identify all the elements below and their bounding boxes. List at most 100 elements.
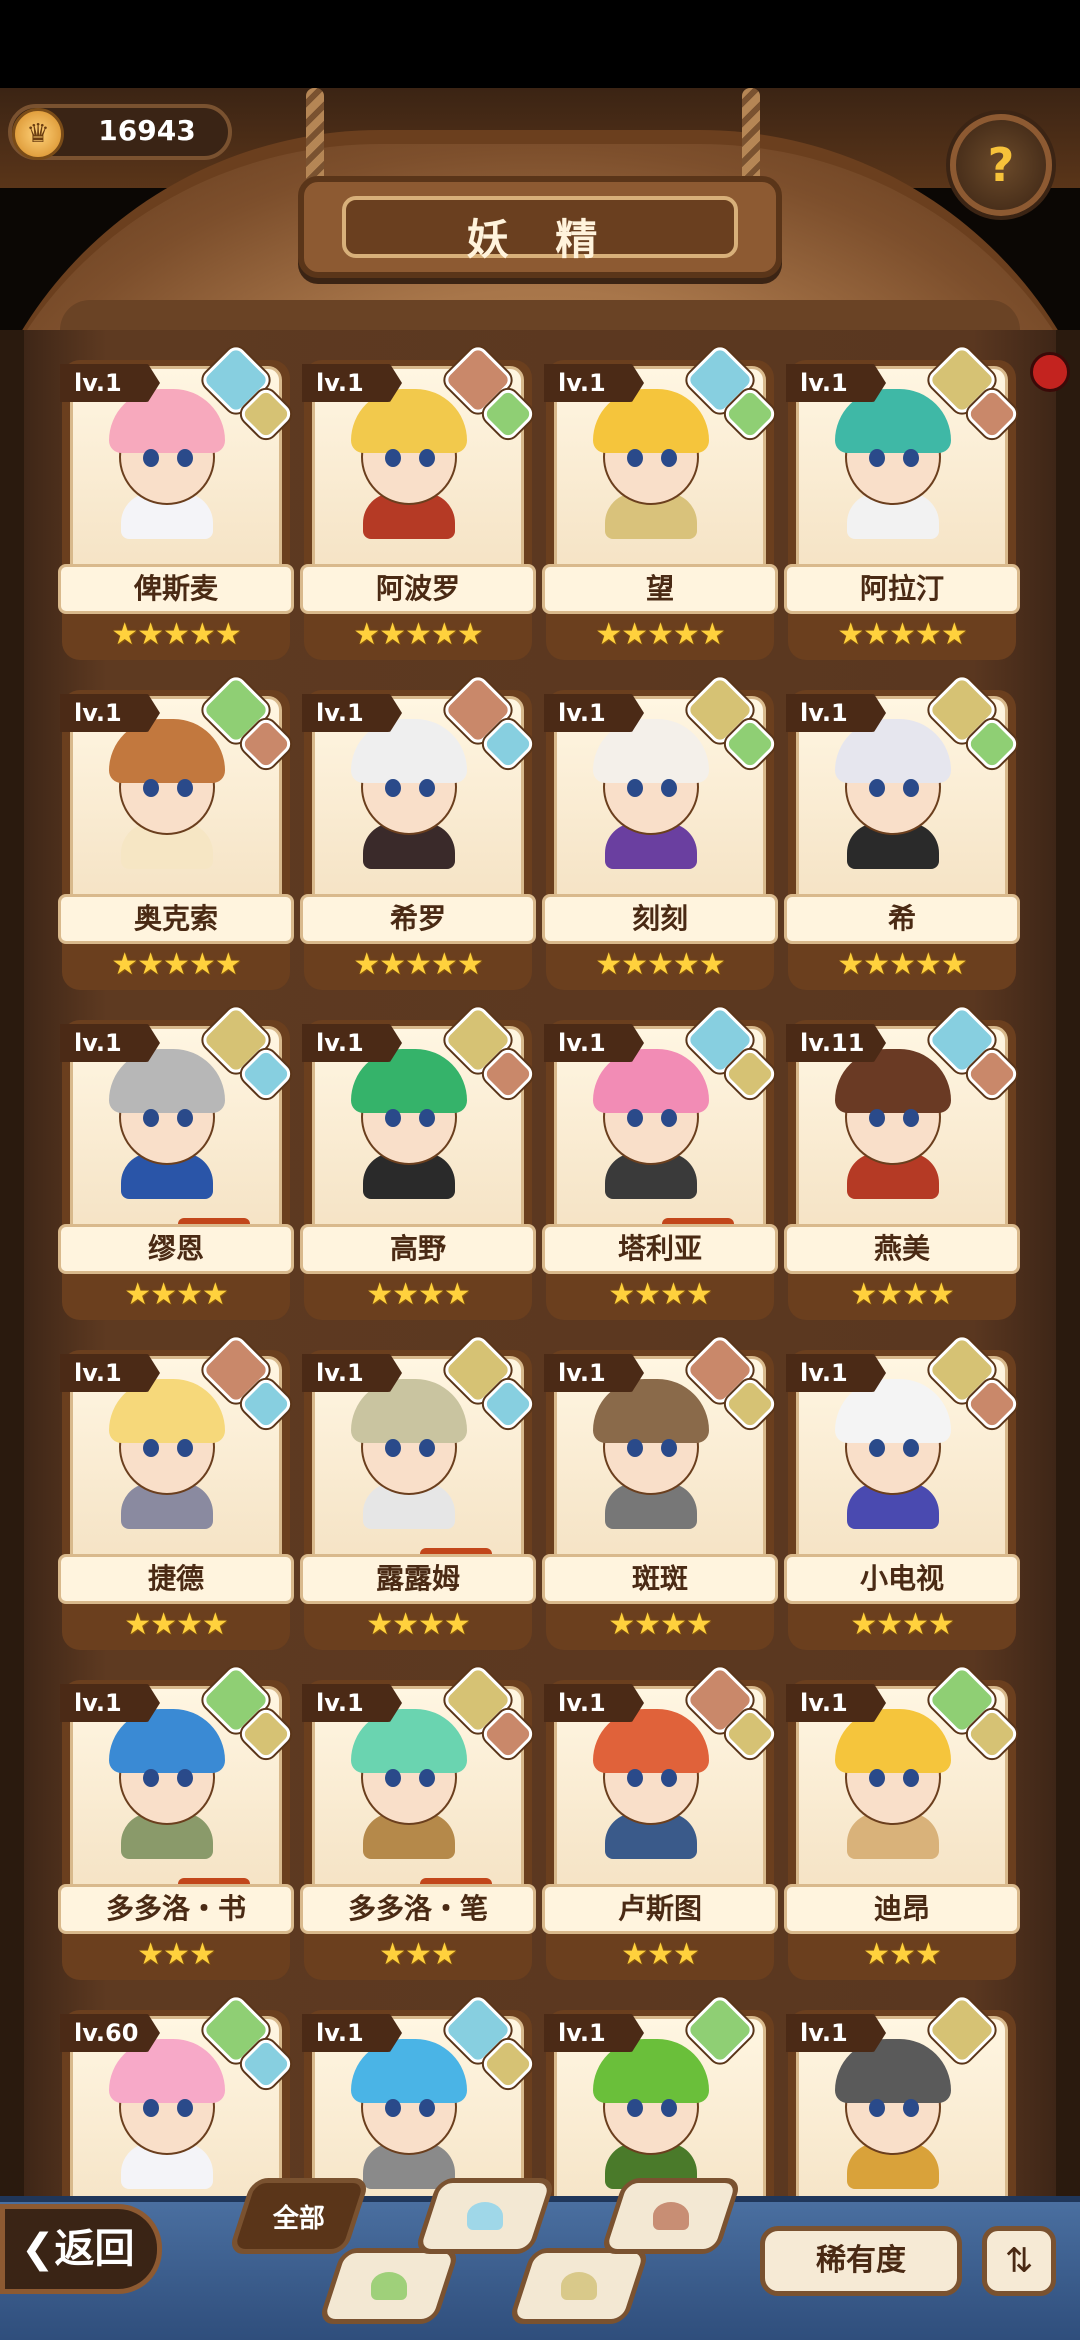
fairy-card[interactable]: lv.1 希 ★★★★★ bbox=[784, 673, 1021, 990]
back-button[interactable]: ❮返回 bbox=[0, 2204, 162, 2294]
fairy-name: 缪恩 bbox=[58, 1224, 294, 1274]
fairy-name: 高野 bbox=[300, 1224, 536, 1274]
fairy-level: lv.1 bbox=[544, 1684, 644, 1722]
fairy-card[interactable]: lv.1 阿拉汀 ★★★★★ bbox=[784, 343, 1021, 660]
fairy-stars: ★★★★ bbox=[366, 1607, 471, 1642]
fairy-level: lv.1 bbox=[786, 694, 886, 732]
fairy-level: lv.1 bbox=[544, 1354, 644, 1392]
fairy-stars: ★★★ bbox=[863, 1937, 942, 1972]
crown-coin-icon: ♛ bbox=[12, 108, 64, 160]
fairy-card[interactable]: lv.11 燕美 ★★★★ bbox=[784, 1003, 1021, 1320]
fairy-level: lv.1 bbox=[60, 1024, 160, 1062]
fairy-card[interactable]: lv.1 刻刻 ★★★★★ bbox=[542, 673, 779, 990]
fairy-stars: ★★★★★ bbox=[111, 947, 241, 982]
fairy-level: lv.11 bbox=[786, 1024, 886, 1062]
mountain-icon bbox=[561, 2272, 597, 2300]
fairy-card[interactable]: lv.1 希罗 ★★★★★ bbox=[300, 673, 537, 990]
fairy-card[interactable]: lv.1可成长塔利亚★★★★ bbox=[542, 1003, 779, 1320]
fairy-name: 多多洛・笔 bbox=[300, 1884, 536, 1934]
fairy-stars: ★★★★★ bbox=[837, 617, 967, 652]
fairy-level: lv.1 bbox=[544, 364, 644, 402]
fairy-card[interactable]: lv.1 奥克索 ★★★★★ bbox=[58, 673, 295, 990]
fairy-name: 斑斑 bbox=[542, 1554, 778, 1604]
fairy-card[interactable]: lv.1 小电视 ★★★★ bbox=[784, 1333, 1021, 1650]
coin-counter: ♛ 16943 bbox=[8, 104, 232, 160]
fairy-level: lv.1 bbox=[544, 2014, 644, 2052]
fairy-card[interactable]: lv.1 望 ★★★★★ bbox=[542, 343, 779, 660]
fairy-level: lv.1 bbox=[60, 364, 160, 402]
volcano-icon bbox=[653, 2202, 689, 2230]
fairy-stars: ★★★★ bbox=[850, 1607, 955, 1642]
fairy-card[interactable]: lv.1 迪昂 ★★★ bbox=[784, 1663, 1021, 1980]
fairy-stars: ★★★★★ bbox=[353, 617, 483, 652]
fairy-name: 小电视 bbox=[784, 1554, 1020, 1604]
fairy-name: 希 bbox=[784, 894, 1020, 944]
sprout-question-icon: ? bbox=[987, 138, 1015, 192]
fairy-name: 迪昂 bbox=[784, 1884, 1020, 1934]
sort-order-button[interactable]: ⇅ bbox=[982, 2226, 1056, 2296]
fairy-level: lv.1 bbox=[786, 1354, 886, 1392]
fairy-card[interactable]: lv.1 捷德 ★★★★ bbox=[58, 1333, 295, 1650]
fairy-stars: ★★★★ bbox=[366, 1277, 471, 1312]
fairy-level: lv.1 bbox=[786, 364, 886, 402]
fairy-name: 希罗 bbox=[300, 894, 536, 944]
fairy-level: lv.1 bbox=[302, 364, 402, 402]
fairy-stars: ★★★ bbox=[137, 1937, 216, 1972]
fairy-stars: ★★★★★ bbox=[595, 947, 725, 982]
fairy-stars: ★★★★ bbox=[608, 1607, 713, 1642]
ladybug-icon bbox=[1030, 352, 1070, 392]
fairy-level: lv.1 bbox=[302, 2014, 402, 2052]
fairy-level: lv.1 bbox=[302, 1354, 402, 1392]
fairy-card[interactable]: lv.1可成长露露姆★★★★ bbox=[300, 1333, 537, 1650]
rarity-sort-button[interactable]: 稀有度 bbox=[760, 2226, 962, 2296]
fairy-level: lv.1 bbox=[786, 2014, 886, 2052]
status-bar bbox=[0, 0, 1080, 88]
fairy-card[interactable]: lv.1可成长多多洛・笔★★★ bbox=[300, 1663, 537, 1980]
page-title: 妖 精 bbox=[466, 215, 614, 264]
fairy-card[interactable]: lv.1 卢斯图 ★★★ bbox=[542, 1663, 779, 1980]
fairy-level: lv.1 bbox=[60, 1684, 160, 1722]
fairy-level: lv.1 bbox=[302, 1684, 402, 1722]
fairy-stars: ★★★★ bbox=[124, 1277, 229, 1312]
fairy-name: 塔利亚 bbox=[542, 1224, 778, 1274]
fairy-name: 多多洛・书 bbox=[58, 1884, 294, 1934]
fairy-name: 阿波罗 bbox=[300, 564, 536, 614]
fairy-name: 捷德 bbox=[58, 1554, 294, 1604]
fairy-stars: ★★★★ bbox=[124, 1607, 229, 1642]
fairy-level: lv.1 bbox=[544, 694, 644, 732]
fairy-name: 阿拉汀 bbox=[784, 564, 1020, 614]
fairy-name: 卢斯图 bbox=[542, 1884, 778, 1934]
fairy-name: 刻刻 bbox=[542, 894, 778, 944]
fairy-card[interactable]: lv.1 俾斯麦 ★★★★★ bbox=[58, 343, 295, 660]
sort-icon: ⇅ bbox=[1004, 2241, 1034, 2281]
fairy-stars: ★★★★ bbox=[608, 1277, 713, 1312]
fairy-stars: ★★★ bbox=[379, 1937, 458, 1972]
fairy-stars: ★★★★★ bbox=[837, 947, 967, 982]
title-plate: 妖 精 bbox=[298, 176, 782, 278]
fairy-level: lv.1 bbox=[60, 694, 160, 732]
fairy-name: 望 bbox=[542, 564, 778, 614]
sprout-icon bbox=[371, 2272, 407, 2300]
fairy-card[interactable]: lv.1 斑斑 ★★★★ bbox=[542, 1333, 779, 1650]
fairy-stars: ★★★★★ bbox=[353, 947, 483, 982]
fairy-name: 俾斯麦 bbox=[58, 564, 294, 614]
fairy-name: 奥克索 bbox=[58, 894, 294, 944]
fairy-stars: ★★★★★ bbox=[595, 617, 725, 652]
fairy-level: lv.1 bbox=[786, 1684, 886, 1722]
fairy-name: 露露姆 bbox=[300, 1554, 536, 1604]
fairy-card[interactable]: lv.1 高野 ★★★★ bbox=[300, 1003, 537, 1320]
fairy-card[interactable]: lv.1可成长缪恩★★★★ bbox=[58, 1003, 295, 1320]
fairy-level: lv.1 bbox=[302, 1024, 402, 1062]
fairy-level: lv.1 bbox=[60, 1354, 160, 1392]
fairy-level: lv.1 bbox=[544, 1024, 644, 1062]
fairy-card[interactable]: lv.1可成长多多洛・书★★★ bbox=[58, 1663, 295, 1980]
water-drop-icon bbox=[467, 2202, 503, 2230]
fairy-name: 燕美 bbox=[784, 1224, 1020, 1274]
help-button[interactable]: ? bbox=[950, 114, 1052, 216]
coin-value: 16943 bbox=[98, 114, 196, 147]
fairy-stars: ★★★★ bbox=[850, 1277, 955, 1312]
fairy-collection-screen: { "header": {"title": "妖 精", "coins": "1… bbox=[0, 0, 1080, 2340]
fairy-stars: ★★★★★ bbox=[111, 617, 241, 652]
fairy-grid: lv.1 俾斯麦 ★★★★★ lv.1 阿波罗 ★★★★★ lv.1 望 ★★★★★ lv.1 阿拉… bbox=[58, 343, 1022, 2310]
fairy-card[interactable]: lv.1 阿波罗 ★★★★★ bbox=[300, 343, 537, 660]
